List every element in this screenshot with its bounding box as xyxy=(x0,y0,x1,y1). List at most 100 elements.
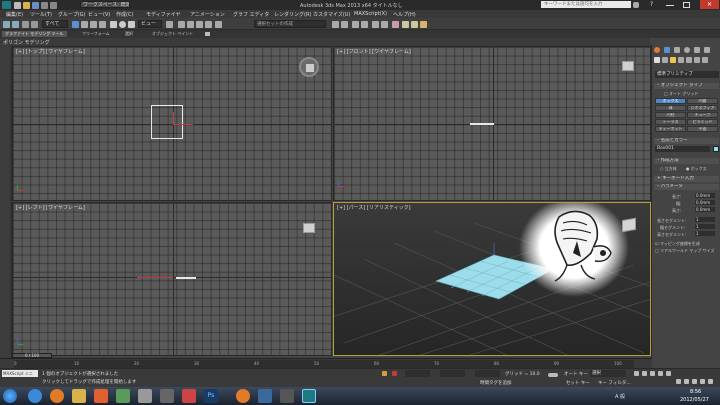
material-editor-icon[interactable] xyxy=(392,21,399,28)
menu-edit[interactable]: 編集(E) xyxy=(6,11,23,18)
ribbon-tab-selection[interactable]: 選択 xyxy=(125,31,133,37)
param-height-field[interactable]: 0.0mm xyxy=(695,207,715,212)
maximize-viewport-icon[interactable] xyxy=(708,379,713,384)
geometry-icon[interactable] xyxy=(654,57,660,63)
pan-icon[interactable] xyxy=(692,379,697,384)
menu-customize[interactable]: カスタマイズ(U) xyxy=(313,11,350,18)
display-tab-icon[interactable] xyxy=(694,47,700,53)
realworld-checkbox[interactable]: □ リアルワールド マップ サイズ xyxy=(655,248,714,254)
ribbon-tab-freeform[interactable]: フリーフォーム xyxy=(82,31,110,37)
sphere-button[interactable]: 球 xyxy=(655,105,686,111)
help-icon[interactable]: ? xyxy=(650,1,653,8)
param-hseg-field[interactable]: 1 xyxy=(695,231,715,236)
cylinder-button[interactable]: 円柱 xyxy=(655,112,686,118)
tube-button[interactable]: チューブ xyxy=(687,112,718,118)
percent-snap-icon[interactable] xyxy=(196,21,203,28)
clock-time[interactable]: 8:56 xyxy=(690,389,701,395)
firefox-icon-2[interactable] xyxy=(236,389,250,403)
utilities-tab-icon[interactable] xyxy=(704,47,710,53)
ribbon-tab-graphite[interactable]: グラファイト モデリング ツール xyxy=(2,31,67,37)
app-icon-4[interactable] xyxy=(182,389,196,403)
menu-help[interactable]: ヘルプ(H) xyxy=(393,11,416,18)
mapping-coords-checkbox[interactable]: ☑ マッピング座標を生成 xyxy=(655,241,700,247)
curve-editor-icon[interactable] xyxy=(372,21,379,28)
menu-modifiers[interactable]: モディファイヤ xyxy=(146,11,181,18)
schematic-view-icon[interactable] xyxy=(381,21,388,28)
new-icon[interactable] xyxy=(14,2,21,9)
start-button-icon[interactable] xyxy=(3,389,17,403)
align-icon[interactable] xyxy=(341,21,348,28)
zoom-all-icon[interactable] xyxy=(684,379,689,384)
named-selection-set-field[interactable]: 選択セットの作成 xyxy=(254,20,326,28)
undo-icon[interactable] xyxy=(41,2,48,9)
box-object-left[interactable] xyxy=(176,277,196,279)
rotate-icon[interactable] xyxy=(119,21,126,28)
ribbon-options-icon[interactable] xyxy=(205,32,210,36)
goto-start-icon[interactable] xyxy=(634,371,639,376)
app-icon-3[interactable] xyxy=(160,389,174,403)
viewport-perspective[interactable]: [+] [パース] [リアリスティック] xyxy=(333,202,651,356)
binoculars-icon[interactable] xyxy=(633,2,639,8)
rollout-creation-method[interactable]: – 作成方法 xyxy=(654,158,719,164)
param-length-field[interactable]: 0.0mm xyxy=(695,193,715,198)
menu-view[interactable]: ビュー(V) xyxy=(88,11,110,18)
viewcube-top[interactable] xyxy=(299,57,319,77)
spacewarps-icon[interactable] xyxy=(694,57,700,63)
setkey-button[interactable]: セット キー xyxy=(566,380,590,386)
box-object-wireframe[interactable] xyxy=(151,105,183,139)
undo-toolbar-icon[interactable] xyxy=(3,21,10,28)
media-icon[interactable] xyxy=(94,389,108,403)
helpers-icon[interactable] xyxy=(686,57,692,63)
quick-access-icons[interactable] xyxy=(14,2,74,9)
maxscript-listener[interactable]: MAXScript ミニ xyxy=(2,370,38,377)
viewport-front[interactable]: [+] [フロント] [ワイヤフレーム] xyxy=(333,46,651,201)
orbit-icon[interactable] xyxy=(700,379,705,384)
key-filters-button[interactable]: キー フィルタ... xyxy=(598,380,631,386)
viewport-top[interactable]: [+] [トップ] [ワイヤフレーム] xyxy=(12,46,332,201)
time-slider[interactable]: 0 / 100 0 10 20 30 40 50 60 70 80 90 100 xyxy=(0,353,652,368)
search-field[interactable]: キーワードまたは語句を入力 xyxy=(541,1,631,8)
play-icon[interactable] xyxy=(650,371,655,376)
viewport-top-label[interactable]: [+] [トップ] [ワイヤフレーム] xyxy=(16,48,85,55)
rollout-keyboard-entry[interactable]: + キーボード入力 xyxy=(654,176,719,182)
radio-box[interactable]: ● ボックス xyxy=(686,166,707,172)
cone-button[interactable]: 円錐 xyxy=(687,98,718,104)
selection-filter-select[interactable]: すべて xyxy=(42,20,68,28)
modify-tab-icon[interactable] xyxy=(664,47,670,53)
clock-date[interactable]: 2012/05/27 xyxy=(680,397,709,403)
viewcube-face[interactable] xyxy=(306,64,314,72)
spinner-snap-icon[interactable] xyxy=(205,21,212,28)
redo-toolbar-icon[interactable] xyxy=(12,21,19,28)
minimize-icon[interactable] xyxy=(666,5,674,6)
close-icon[interactable]: ✕ xyxy=(700,0,719,9)
window-crossing-icon[interactable] xyxy=(99,21,106,28)
lights-icon[interactable] xyxy=(670,57,676,63)
app-logo-icon[interactable] xyxy=(2,1,11,9)
next-frame-icon[interactable] xyxy=(658,371,663,376)
open-icon[interactable] xyxy=(23,2,30,9)
ribbon-panel-label[interactable]: ポリゴン モデリング xyxy=(3,39,50,46)
param-lseg-field[interactable]: 1 xyxy=(695,217,715,222)
ime-indicator[interactable]: A 般 xyxy=(615,393,625,400)
save-icon[interactable] xyxy=(32,2,39,9)
category-select[interactable]: 標準プリミティブ xyxy=(655,71,719,78)
app-icon-2[interactable] xyxy=(138,389,152,403)
key-icon[interactable] xyxy=(548,373,558,377)
param-wseg-field[interactable]: 1 xyxy=(695,224,715,229)
ie-icon[interactable] xyxy=(28,389,42,403)
menu-tools[interactable]: ツール(T) xyxy=(30,11,52,18)
viewport-left-label[interactable]: [+] [レフト] [ワイヤフレーム] xyxy=(16,204,85,211)
maximize-icon[interactable] xyxy=(683,2,690,8)
rendered-frame-icon[interactable] xyxy=(411,21,418,28)
viewcube-front[interactable] xyxy=(622,61,634,71)
rect-selection-icon[interactable] xyxy=(90,21,97,28)
autokey-button[interactable]: オート キー xyxy=(564,371,588,377)
graphite-toggle-icon[interactable] xyxy=(361,21,368,28)
add-time-tag[interactable]: 時間タグを追加 xyxy=(480,380,512,386)
firefox-icon[interactable] xyxy=(50,389,64,403)
menu-rendering[interactable]: レンダリング(R) xyxy=(274,11,311,18)
torus-button[interactable]: トーラス xyxy=(655,119,686,125)
photoshop-icon[interactable]: Ps xyxy=(204,389,218,403)
goto-end-icon[interactable] xyxy=(666,371,671,376)
time-slider-thumb[interactable]: 0 / 100 xyxy=(12,353,52,358)
